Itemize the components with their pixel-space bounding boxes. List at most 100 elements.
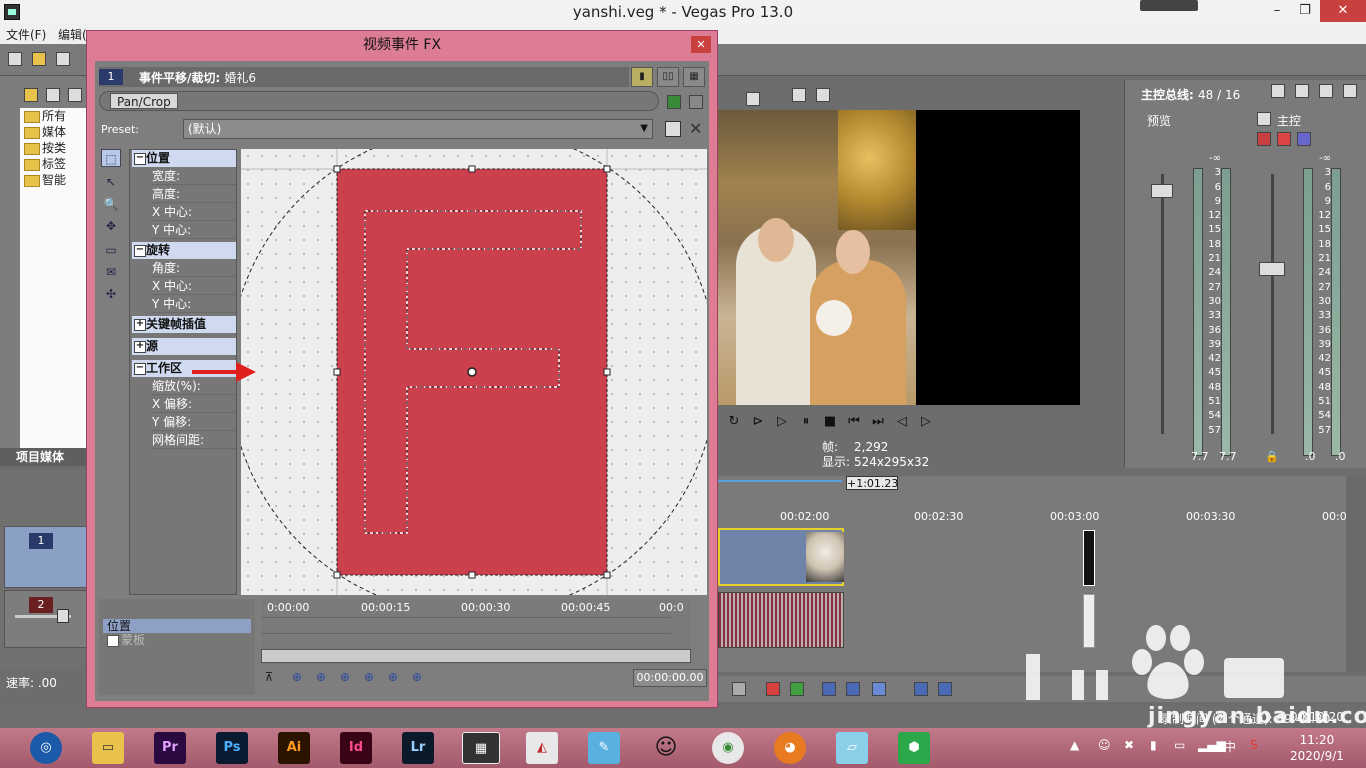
camtasia-icon[interactable]: ◭ [526, 732, 558, 764]
bin-media[interactable]: 媒体 [20, 124, 88, 140]
arrow-select-icon[interactable]: ↖ [101, 173, 121, 191]
loop-icon[interactable]: ↻ [726, 414, 742, 430]
prop-x-offset[interactable]: X 偏移: [152, 396, 236, 413]
chat-app-icon[interactable]: ✎ [588, 732, 620, 764]
ime-indicator[interactable]: 中 [1224, 738, 1236, 755]
kf-row-mask[interactable]: 蒙板 [103, 633, 251, 647]
section-source[interactable]: 源 [132, 338, 236, 355]
pause-icon[interactable]: ⏸ [798, 414, 814, 430]
master-fx-chain-icon[interactable] [1277, 132, 1291, 146]
video-event-clip[interactable] [718, 528, 844, 586]
stop-icon[interactable]: ■ [822, 414, 838, 430]
delete-keyframe-icon[interactable]: ⊕ [361, 669, 377, 685]
preview-fader-knob[interactable] [1151, 184, 1173, 198]
prop-y-offset[interactable]: Y 偏移: [152, 414, 236, 431]
bin-by-type[interactable]: 按类 [20, 140, 88, 156]
browser-360-icon[interactable]: ◎ [30, 732, 62, 764]
audio-track-header[interactable]: 2 [4, 590, 88, 648]
master-fx-icon[interactable] [1295, 84, 1309, 98]
save-icon[interactable] [56, 52, 70, 66]
notes-app-icon[interactable]: ▱ [836, 732, 868, 764]
master-bus-icon[interactable] [1257, 112, 1271, 126]
menu-file[interactable]: 文件(F) [6, 26, 46, 43]
master-mute-icon[interactable] [1319, 84, 1333, 98]
play-from-start-icon[interactable]: ⊳ [750, 414, 766, 430]
bin-all[interactable]: 所有 [20, 108, 88, 124]
minimize-button[interactable]: – [1262, 0, 1292, 22]
delete-preset-icon[interactable]: ✕ [689, 119, 702, 138]
sync-cursor-icon[interactable]: ⊼ [261, 669, 277, 685]
video-track-header[interactable]: 1 [4, 526, 88, 588]
save-preset-icon[interactable] [665, 121, 681, 137]
master-solo-icon[interactable] [1297, 132, 1311, 146]
qq-icon[interactable]: ☺ [650, 732, 682, 764]
prop-rot-y-center[interactable]: Y 中心: [152, 296, 236, 313]
kf-lane-mask[interactable] [261, 633, 671, 647]
bin-smart[interactable]: 智能 [20, 172, 88, 188]
prop-y-center[interactable]: Y 中心: [152, 222, 236, 239]
kf-lane-position[interactable] [261, 617, 671, 631]
premiere-icon[interactable]: Pr [154, 732, 186, 764]
maximize-button[interactable]: ❐ [1290, 0, 1320, 22]
close-button[interactable]: ✕ [1320, 0, 1366, 22]
menu-edit[interactable]: 编辑( [58, 26, 87, 43]
tray-display-icon[interactable]: ▭ [1174, 738, 1185, 752]
fit-icon[interactable]: ✉ [101, 263, 121, 281]
new-file-icon[interactable] [8, 52, 22, 66]
last-keyframe-icon[interactable]: ⊕ [409, 669, 425, 685]
prop-height[interactable]: 高度: [152, 186, 236, 203]
next-frame-icon[interactable]: ▷ [918, 414, 934, 430]
taskbar-clock[interactable]: 11:20 2020/9/1 [1290, 732, 1344, 764]
section-keyframe-interp[interactable]: 关键帧插值 [132, 316, 236, 333]
tray-sogou-icon[interactable]: S [1250, 738, 1258, 752]
keyframe-timecode[interactable]: 00:00:00.00 [633, 669, 707, 687]
prev-frame-icon[interactable]: ◁ [894, 414, 910, 430]
media-app-icon[interactable]: ◕ [774, 732, 806, 764]
tray-antivirus-icon[interactable]: ✖ [1124, 738, 1134, 752]
view-split-icon[interactable]: ▯▯ [657, 67, 679, 87]
vegas-taskbar-icon[interactable]: ▦ [462, 732, 500, 764]
timeline-ruler[interactable]: 00:02:00 00:02:30 00:03:00 00:03:30 00:0 [718, 508, 1348, 526]
tray-battery-icon[interactable]: ▮ [1150, 738, 1157, 752]
selection-tool-icon[interactable] [872, 682, 886, 696]
photoshop-icon[interactable]: Ps [216, 732, 248, 764]
snap-grid-icon[interactable]: ✣ [101, 285, 121, 303]
chrome-icon[interactable]: ◉ [712, 732, 744, 764]
open-folder-icon[interactable] [32, 52, 46, 66]
kf-horizontal-scrollbar[interactable] [261, 649, 691, 663]
center-icon[interactable]: ▭ [101, 241, 121, 259]
auto-ripple-icon[interactable] [914, 682, 928, 696]
kf-row-position[interactable]: 位置 [103, 619, 251, 633]
normal-edit-tool-icon[interactable] [822, 682, 836, 696]
envelope-tool-icon[interactable] [846, 682, 860, 696]
go-to-end-icon[interactable]: ⏭ [870, 414, 886, 430]
tray-arrow-icon[interactable]: ▲ [1070, 738, 1079, 752]
add-plugin-icon[interactable] [667, 95, 681, 109]
media-options-icon[interactable] [68, 88, 82, 102]
video-event-marker[interactable] [1083, 530, 1095, 586]
indesign-icon[interactable]: Id [340, 732, 372, 764]
normal-edit-icon[interactable]: ⬚ [101, 149, 121, 167]
fx-close-button[interactable]: ✕ [691, 36, 711, 53]
audio-event-clip[interactable] [718, 592, 844, 648]
save-snapshot-icon[interactable] [816, 88, 830, 102]
snap-icon[interactable] [938, 682, 952, 696]
master-lock-icon[interactable]: 🔒 [1265, 450, 1279, 463]
add-keyframe-icon[interactable]: ⊕ [337, 669, 353, 685]
section-position[interactable]: 位置 [132, 150, 236, 167]
prop-grid-spacing[interactable]: 网格间距: [152, 432, 236, 449]
lock-envelope-icon[interactable] [732, 682, 746, 696]
audio-event-marker[interactable] [1083, 594, 1095, 648]
master-mixer-icon[interactable] [1343, 84, 1357, 98]
keyframe-timeline[interactable]: 0:00:00 00:00:15 00:00:30 00:00:45 00:0 [261, 599, 691, 665]
fx-gear-icon[interactable] [1257, 132, 1271, 146]
tray-qq-icon[interactable]: ☺ [1098, 738, 1111, 752]
pan-crop-plugin[interactable]: Pan/Crop [110, 93, 178, 109]
import-media-icon[interactable] [24, 88, 38, 102]
next-keyframe-icon[interactable]: ⊕ [385, 669, 401, 685]
play-icon[interactable]: ▷ [774, 414, 790, 430]
marker-icon[interactable] [766, 682, 780, 696]
first-keyframe-icon[interactable]: ⊕ [289, 669, 305, 685]
timeline-vertical-scrollbar[interactable] [1346, 476, 1366, 672]
remove-plugin-icon[interactable] [689, 95, 703, 109]
